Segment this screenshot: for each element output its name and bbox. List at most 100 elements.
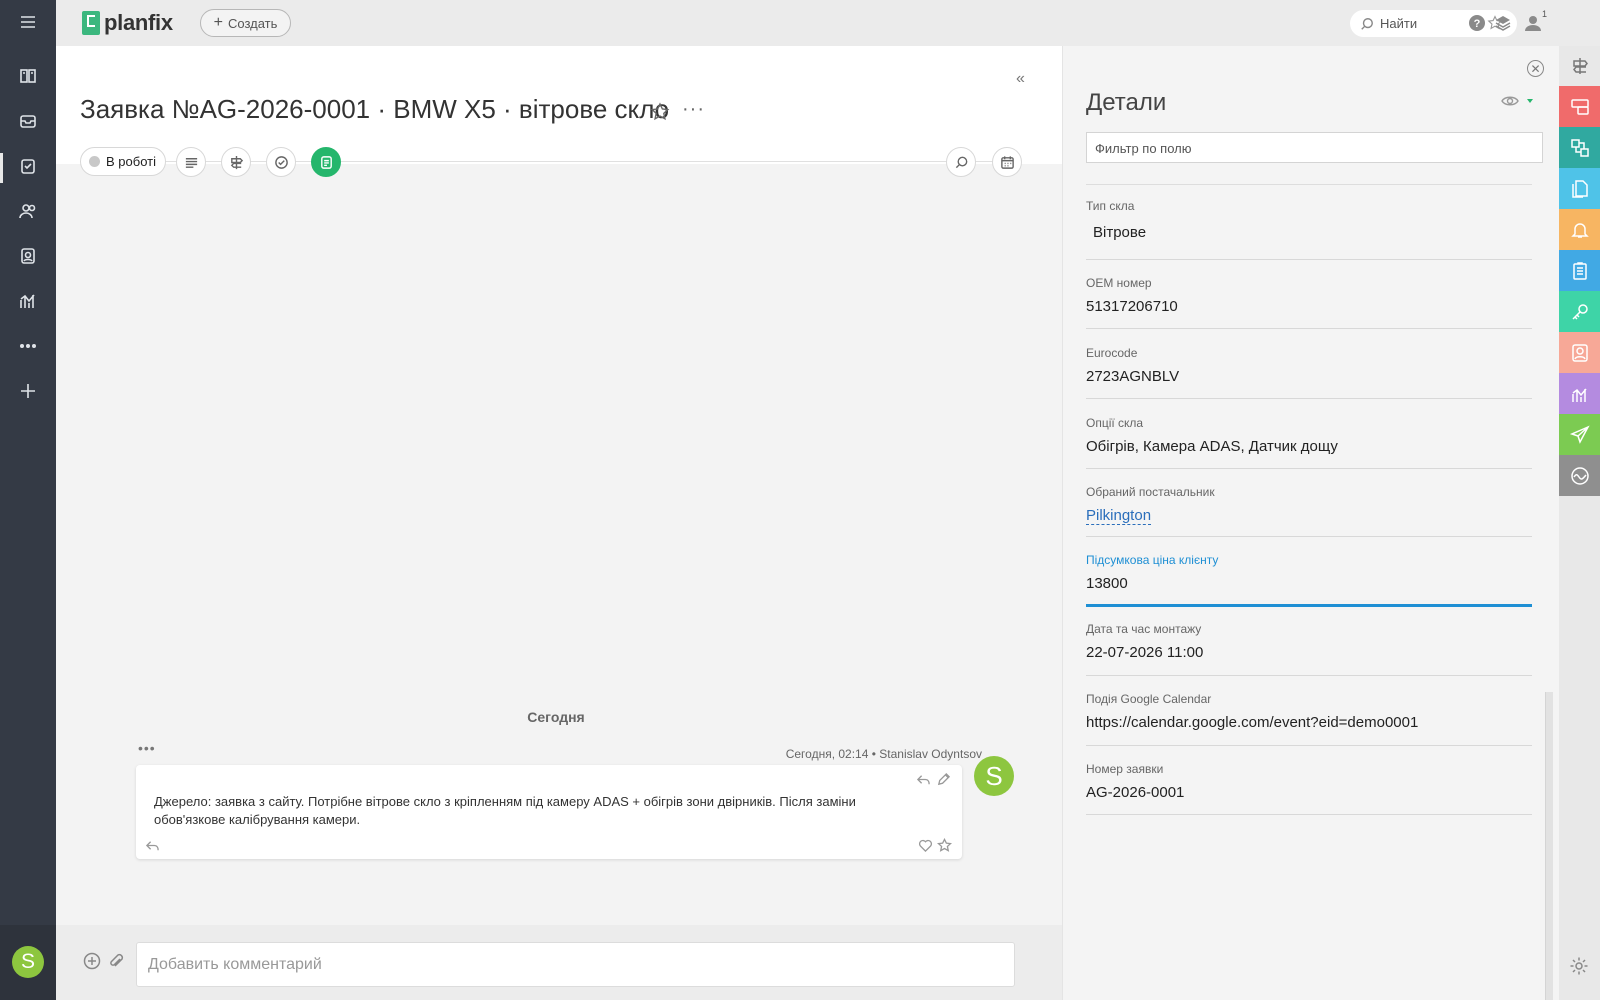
- visibility-eye-icon[interactable]: [1500, 92, 1536, 110]
- rail-key-icon[interactable]: [1559, 291, 1600, 332]
- message-text: Джерело: заявка з сайту. Потрібне вітров…: [154, 794, 856, 827]
- field-request-number[interactable]: Номер заявки AG-2026-0001: [1086, 762, 1532, 815]
- main-area: « Заявка №AG-2026-0001 · BMW X5 · вітров…: [56, 46, 1062, 1000]
- rail-reminder-icon[interactable]: [1559, 209, 1600, 250]
- rail-send-icon[interactable]: [1559, 414, 1600, 455]
- calendar-button[interactable]: [992, 147, 1022, 177]
- search-comments-button[interactable]: [946, 147, 976, 177]
- field-label: Опції скла: [1086, 416, 1144, 430]
- field-value: Обігрів, Камера ADAS, Датчик дощу: [1086, 438, 1338, 455]
- user-badge: 1: [1541, 9, 1547, 19]
- fields-divider: [1086, 184, 1532, 185]
- close-details-icon[interactable]: ✕: [1527, 60, 1544, 77]
- rail-activity-icon[interactable]: [1559, 455, 1600, 496]
- edit-icon[interactable]: [936, 772, 951, 787]
- task-favorite-icon[interactable]: [650, 102, 670, 122]
- more-icon[interactable]: [0, 326, 56, 366]
- comment-icon: [320, 155, 332, 169]
- message-meta: Сегодня, 02:14 • Stanislav Odyntsov: [785, 747, 982, 761]
- collapse-icon[interactable]: «: [1016, 70, 1025, 88]
- field-value: AG-2026-0001: [1086, 784, 1185, 801]
- reply-bottom-icon[interactable]: [145, 838, 160, 853]
- field-oem-number[interactable]: OEM номер 51317206710: [1086, 276, 1532, 329]
- task-header: « Заявка №AG-2026-0001 · BMW X5 · вітров…: [56, 46, 1062, 164]
- message-card: Джерело: заявка з сайту. Потрібне вітров…: [136, 765, 962, 859]
- lines-icon: [185, 157, 197, 168]
- comments-button[interactable]: [311, 147, 341, 177]
- field-label: Подія Google Calendar: [1086, 692, 1212, 706]
- field-label: Тип скла: [1086, 199, 1135, 213]
- day-separator: Сегодня: [527, 709, 585, 725]
- svg-text:?: ?: [1474, 18, 1481, 30]
- supplier-link[interactable]: Pilkington: [1086, 507, 1152, 525]
- description-button[interactable]: [176, 147, 206, 177]
- field-glass-type[interactable]: Тип скла Вітрове: [1086, 199, 1532, 260]
- field-final-price[interactable]: Підсумкова ціна клієнту 13800: [1086, 553, 1532, 607]
- message-star-icon[interactable]: [937, 838, 952, 853]
- signpost-icon: [230, 155, 243, 169]
- create-button[interactable]: + Создать: [200, 9, 291, 37]
- checklist-button[interactable]: [266, 147, 296, 177]
- field-value: https://calendar.google.com/event?eid=de…: [1086, 714, 1419, 731]
- reports-icon[interactable]: [0, 281, 56, 321]
- layers-icon[interactable]: [1491, 11, 1515, 35]
- field-label: Номер заявки: [1086, 762, 1164, 776]
- search-icon: [955, 156, 967, 168]
- field-install-datetime[interactable]: Дата та час монтажу 22-07-2026 11:00: [1086, 622, 1532, 676]
- field-value: 2723AGNBLV: [1086, 368, 1180, 385]
- message-more-icon[interactable]: •••: [138, 740, 156, 756]
- field-glass-options[interactable]: Опції скла Обігрів, Камера ADAS, Датчик …: [1086, 416, 1532, 469]
- field-eurocode[interactable]: Eurocode 2723AGNBLV: [1086, 346, 1532, 399]
- rail-subtasks-icon[interactable]: [1559, 127, 1600, 168]
- inbox-icon[interactable]: [0, 101, 56, 141]
- rail-documents-icon[interactable]: [1559, 168, 1600, 209]
- search-label: Найти: [1380, 16, 1418, 31]
- field-label: Дата та час монтажу: [1086, 622, 1202, 636]
- status-dot-icon: [89, 156, 100, 167]
- settings-gear-icon[interactable]: [1569, 956, 1589, 976]
- rail-signpost-icon[interactable]: [1559, 46, 1600, 86]
- planfix-logo[interactable]: planfix: [82, 10, 173, 36]
- user-profile-icon[interactable]: 1: [1521, 9, 1547, 35]
- plus-icon: +: [213, 14, 223, 31]
- like-icon[interactable]: [918, 838, 933, 853]
- rail-checklist-icon[interactable]: [1559, 250, 1600, 291]
- search-icon: [1361, 17, 1373, 30]
- tasks-icon[interactable]: [0, 146, 56, 186]
- fields-button[interactable]: [221, 147, 251, 177]
- menu-icon[interactable]: [0, 2, 56, 42]
- field-value: Вітрове: [1093, 224, 1147, 241]
- field-value[interactable]: 13800: [1086, 575, 1128, 592]
- status-label: В роботі: [106, 154, 156, 169]
- add-attachment-icon[interactable]: [83, 952, 101, 970]
- contacts-icon[interactable]: [0, 191, 56, 231]
- field-label: Підсумкова ціна клієнту: [1086, 553, 1219, 567]
- details-panel: ✕ Детали Фильтр по полю Тип скла Вітрове…: [1062, 46, 1559, 1000]
- rail-analytics-icon[interactable]: [1559, 373, 1600, 414]
- add-icon[interactable]: [0, 371, 56, 411]
- field-value: 51317206710: [1086, 298, 1178, 315]
- reply-icon[interactable]: [916, 772, 931, 787]
- create-label: Создать: [227, 15, 278, 31]
- employees-icon[interactable]: [0, 236, 56, 276]
- paperclip-icon[interactable]: [107, 952, 125, 970]
- logo-mark-icon: [82, 11, 100, 35]
- details-title: Детали: [1086, 89, 1167, 116]
- projects-icon[interactable]: [0, 56, 56, 96]
- message-avatar[interactable]: S: [974, 756, 1014, 796]
- task-title: Заявка №AG-2026-0001 · BMW X5 · вітрове …: [80, 94, 670, 124]
- field-value: 22-07-2026 11:00: [1086, 644, 1204, 661]
- left-sidebar: S: [0, 0, 56, 1000]
- rail-tasks-icon[interactable]: [1559, 86, 1600, 127]
- details-scrollbar[interactable]: [1545, 692, 1553, 1000]
- help-icon[interactable]: ?: [1465, 11, 1489, 35]
- comment-bar: Добавить комментарий: [56, 925, 1062, 1000]
- status-button[interactable]: В роботі: [80, 147, 166, 176]
- rail-contact-icon[interactable]: [1559, 332, 1600, 373]
- field-google-calendar[interactable]: Подія Google Calendar https://calendar.g…: [1086, 692, 1532, 746]
- field-filter-input[interactable]: Фильтр по полю: [1086, 132, 1543, 163]
- task-more-icon[interactable]: ···: [682, 98, 705, 121]
- comment-input[interactable]: Добавить комментарий: [136, 942, 1015, 987]
- user-avatar[interactable]: S: [12, 946, 44, 978]
- field-supplier[interactable]: Обраний постачальник Pilkington: [1086, 485, 1532, 537]
